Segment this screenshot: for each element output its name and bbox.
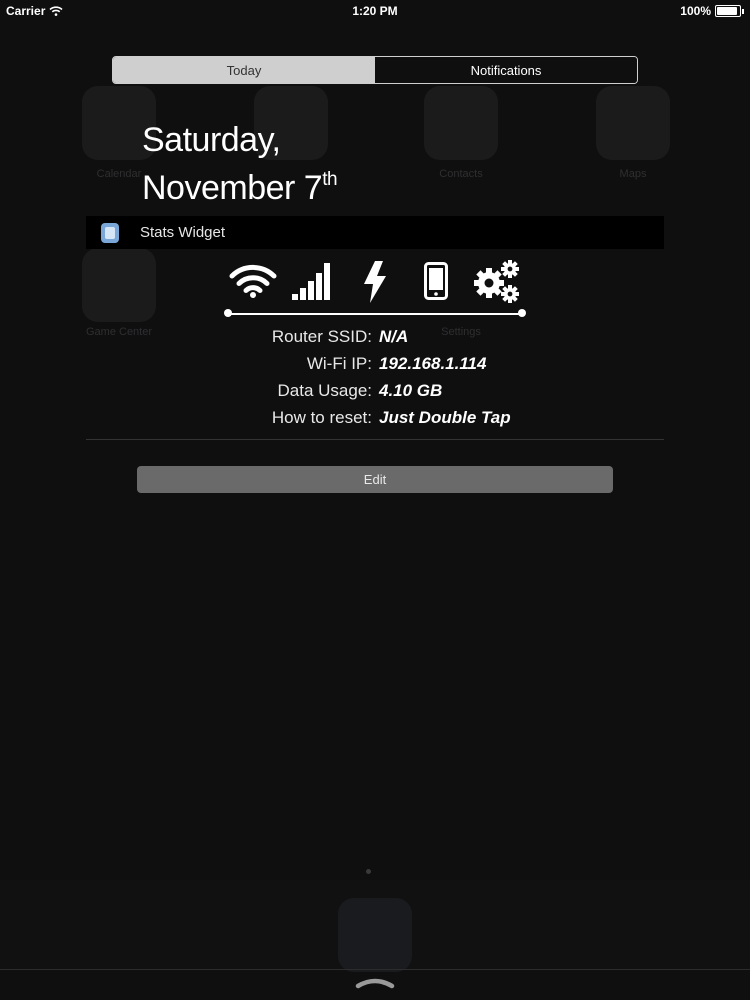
info-label: Data Usage:: [277, 381, 373, 400]
battery-indicator: 100%: [680, 4, 744, 18]
background-app-label: Maps: [619, 168, 647, 180]
slider-left-knob[interactable]: [224, 309, 232, 317]
background-app-icon: [596, 86, 670, 160]
widget-title: Stats Widget: [140, 224, 226, 241]
info-label: How to reset:: [271, 408, 372, 427]
date-month-day-line: November 7th: [142, 160, 338, 208]
stats-widget-app-icon: [101, 222, 119, 243]
info-value: 4.10 GB: [379, 381, 443, 400]
info-row-router-ssid: Router SSID: N/A: [86, 324, 664, 351]
info-label: Router SSID:: [271, 327, 372, 346]
status-bar: Carrier 1:20 PM 100%: [0, 0, 750, 22]
date-suffix: th: [322, 169, 338, 190]
notification-center-tabs: Today Notifications: [112, 56, 638, 84]
tab-notifications[interactable]: Notifications: [375, 57, 637, 83]
slider-right-knob[interactable]: [518, 309, 526, 317]
date-month-day: November 7: [142, 169, 323, 207]
info-label: Wi-Fi IP:: [306, 354, 372, 373]
battery-icon: [715, 5, 741, 17]
tab-today[interactable]: Today: [113, 57, 375, 83]
cellular-signal-icon[interactable]: [292, 262, 338, 300]
widget-header[interactable]: Stats Widget: [86, 216, 664, 249]
info-value: 192.168.1.114: [379, 354, 487, 373]
background-app-label: Contacts: [439, 168, 483, 180]
info-row-how-to-reset: How to reset: Just Double Tap: [86, 405, 664, 432]
phone-icon[interactable]: [424, 262, 448, 300]
bottom-divider: [0, 969, 750, 970]
close-grabber-icon[interactable]: [355, 976, 395, 990]
info-row-data-usage: Data Usage: 4.10 GB: [86, 378, 664, 405]
background-app-icon: [424, 86, 498, 160]
lightning-bolt-icon[interactable]: [362, 261, 388, 303]
icon-row-slider-track: [228, 313, 522, 315]
today-date: Saturday, November 7th: [142, 120, 338, 208]
widget-info-list[interactable]: Router SSID: N/A Wi-Fi IP: 192.168.1.114…: [86, 324, 664, 432]
battery-fill: [717, 7, 737, 15]
widget-divider: [86, 439, 664, 440]
info-value: N/A: [379, 327, 409, 346]
clock: 1:20 PM: [352, 4, 398, 18]
info-value: Just Double Tap: [379, 408, 511, 427]
widget-icon-row: [0, 256, 750, 310]
wifi-icon[interactable]: [229, 264, 277, 298]
battery-tip: [742, 8, 744, 14]
edit-button[interactable]: Edit: [137, 466, 613, 493]
background-dock-icon: [338, 898, 412, 972]
info-row-wifi-ip: Wi-Fi IP: 192.168.1.114: [86, 351, 664, 378]
battery-percent: 100%: [680, 4, 711, 18]
gears-icon[interactable]: [472, 259, 522, 303]
page-indicator-dot: [366, 869, 371, 874]
date-weekday: Saturday,: [142, 121, 281, 159]
